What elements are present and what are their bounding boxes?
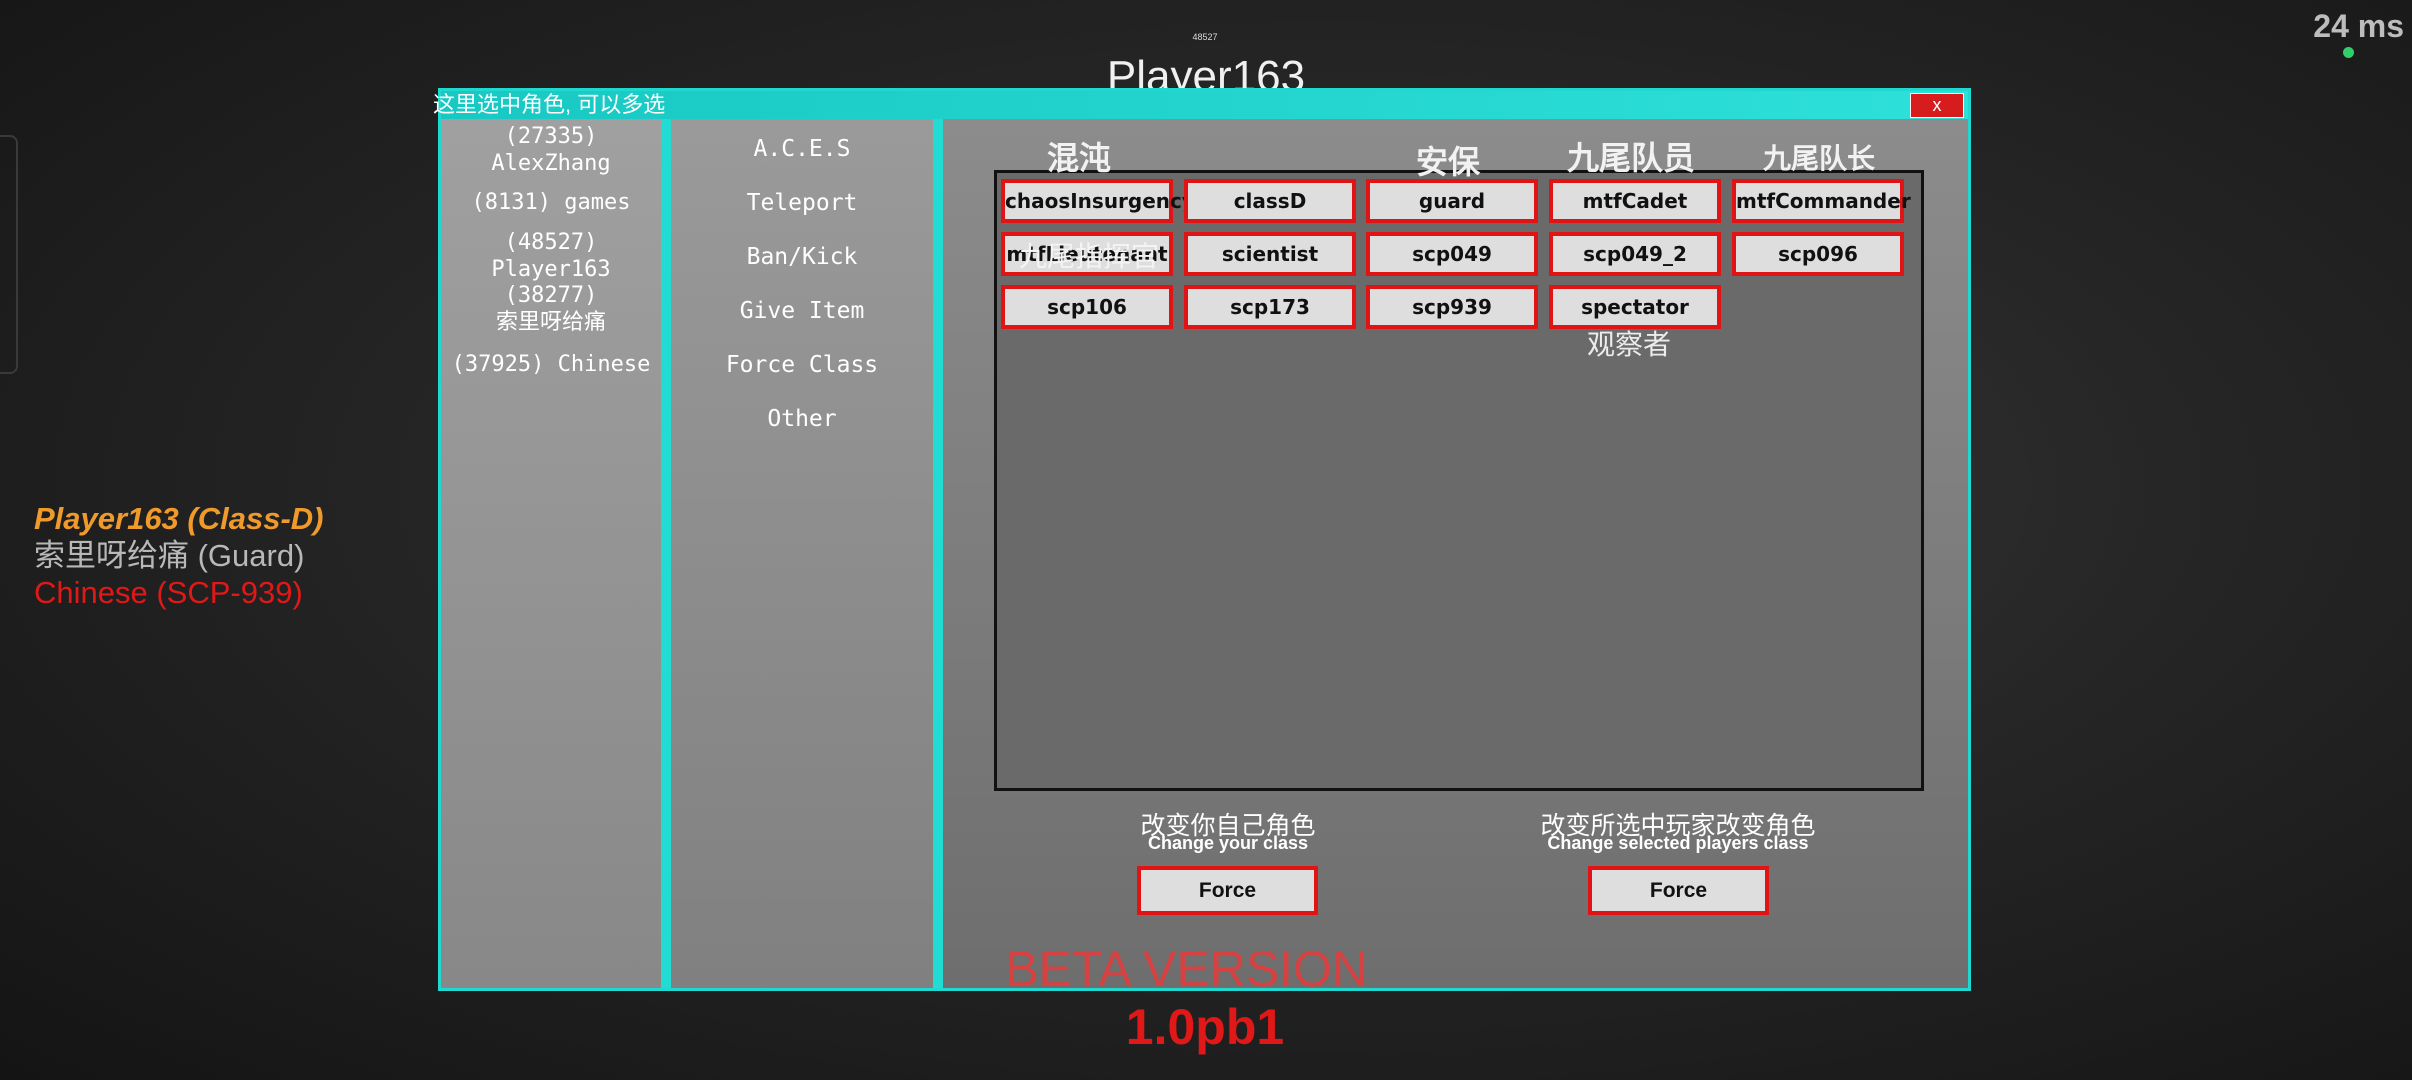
player-list-entry: Player163 (Class-D)	[34, 501, 324, 536]
force-self-button[interactable]: Force	[1137, 866, 1318, 915]
version-label: 1.0pb1	[1125, 999, 1285, 1055]
player-list-entry: 索里呀给痛 (Guard)	[34, 538, 305, 573]
player-select-item[interactable]: (8131) games	[441, 189, 661, 216]
class-button-scp939[interactable]: scp939	[1366, 285, 1538, 329]
class-grid: chaosInsurgency classD guard mtfCadet mt…	[994, 170, 1924, 791]
player-select-item[interactable]: (48527) Player163	[441, 229, 661, 283]
menu-item-ban-kick[interactable]: Ban/Kick	[671, 244, 933, 270]
class-label-cn: 九尾指挥官	[1019, 241, 1160, 272]
class-button-scp049[interactable]: scp049	[1366, 232, 1538, 276]
class-button-mtfcommander[interactable]: mtfCommander	[1732, 179, 1911, 223]
side-drawer-handle[interactable]	[0, 135, 18, 374]
panel-divider	[661, 119, 671, 988]
class-button-mtfcadet[interactable]: mtfCadet	[1549, 179, 1721, 223]
class-button-scp096[interactable]: scp096	[1732, 232, 1904, 276]
menu-item-aces[interactable]: A.C.E.S	[671, 136, 933, 162]
menu-item-other[interactable]: Other	[671, 406, 933, 432]
connection-status-dot	[2343, 47, 2354, 58]
hud-player-id: 48527	[1192, 32, 1218, 42]
panel-divider	[933, 119, 943, 988]
window-titlebar[interactable]: 这里选中角色, 可以多选 x	[433, 91, 1968, 119]
class-button-classd[interactable]: classD	[1184, 179, 1356, 223]
close-button[interactable]: x	[1910, 93, 1964, 118]
class-label-cn: 安保	[1416, 144, 1481, 180]
player-list-overlay: Player163 (Class-D) 索里呀给痛 (Guard) Chines…	[34, 500, 324, 611]
player-select-item[interactable]: (38277) 索里呀给痛	[441, 282, 661, 336]
class-button-guard[interactable]: guard	[1366, 179, 1538, 223]
class-button-scientist[interactable]: scientist	[1184, 232, 1356, 276]
player-select-item[interactable]: (37925) Chinese	[441, 351, 661, 378]
admin-window: 这里选中角色, 可以多选 x (27335) AlexZhang (8131) …	[433, 88, 1971, 991]
force-class-panel: chaosInsurgency classD guard mtfCadet mt…	[943, 119, 1968, 988]
player-select-item[interactable]: (27335) AlexZhang	[441, 123, 661, 177]
force-selected-button[interactable]: Force	[1588, 866, 1769, 915]
class-label-cn: 混沌	[1047, 140, 1112, 176]
class-button-scp106[interactable]: scp106	[1001, 285, 1173, 329]
menu-item-give-item[interactable]: Give Item	[671, 298, 933, 324]
menu-item-force-class[interactable]: Force Class	[671, 352, 933, 378]
class-label-cn: 观察者	[1587, 329, 1672, 360]
class-button-scp049-2[interactable]: scp049_2	[1549, 232, 1721, 276]
beta-watermark: BETA VERSION	[1005, 941, 1369, 997]
change-selected-label: Change selected players class	[1547, 833, 1809, 853]
player-list-entry: Chinese (SCP-939)	[34, 575, 303, 610]
window-title: 这里选中角色, 可以多选	[433, 92, 666, 117]
class-label-cn: 九尾队员	[1567, 140, 1696, 176]
menu-item-teleport[interactable]: Teleport	[671, 190, 933, 216]
class-button-chaosinsurgency[interactable]: chaosInsurgency	[1001, 179, 1195, 223]
player-select-panel: (27335) AlexZhang (8131) games (48527) P…	[441, 119, 661, 988]
class-label-cn: 九尾队长	[1763, 143, 1876, 174]
class-button-scp173[interactable]: scp173	[1184, 285, 1356, 329]
change-self-label: Change your class	[1147, 833, 1309, 853]
ping-readout: 24 ms	[2313, 8, 2404, 44]
admin-menu-panel: A.C.E.S Teleport Ban/Kick Give Item Forc…	[671, 119, 933, 988]
